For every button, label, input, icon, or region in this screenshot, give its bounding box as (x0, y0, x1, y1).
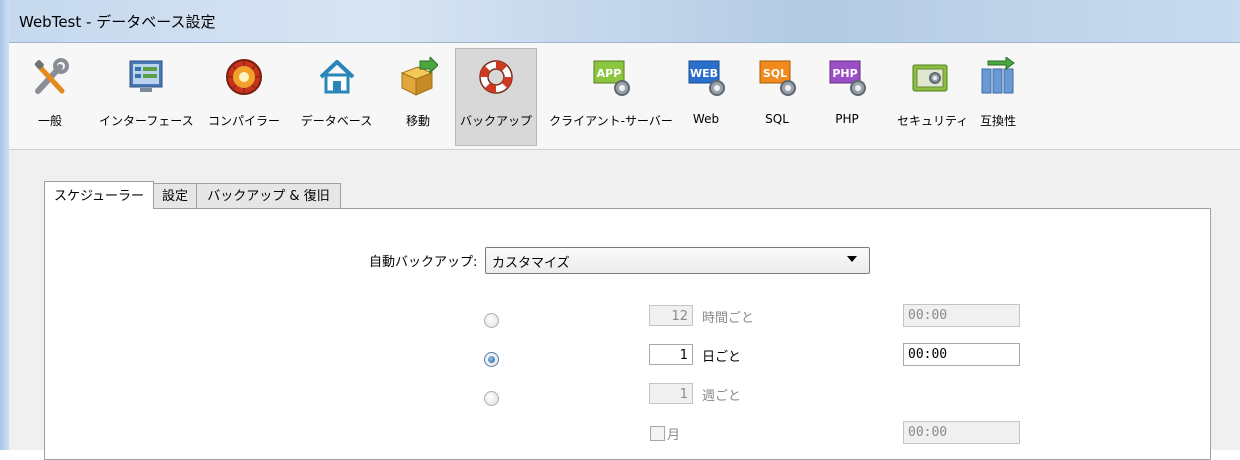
tool-label: クライアント-サーバー (549, 114, 673, 128)
dropdown-arrow-icon (847, 256, 857, 262)
tool-php[interactable]: PHP PHP (827, 49, 867, 145)
tool-label: データベース (300, 114, 373, 128)
tool-interface[interactable]: インターフェース (99, 49, 194, 145)
tool-compatibility[interactable]: 互換性 (974, 49, 1022, 145)
tab-settings[interactable]: 設定 (152, 183, 198, 209)
month-checkbox[interactable] (650, 426, 665, 441)
tool-label: SQL (765, 112, 789, 126)
move-box-icon (400, 57, 438, 96)
scheduler-panel: 自動バックアップ: カスタマイズ 12 時間ごと 00:00 1 日ごと 00:… (44, 208, 1211, 460)
svg-text:APP: APP (597, 67, 622, 80)
web-server-icon: WEB (688, 60, 725, 96)
days-input[interactable]: 1 (649, 344, 693, 365)
tool-label: Web (692, 112, 720, 126)
weeks-input[interactable]: 1 (649, 383, 693, 404)
svg-text:WEB: WEB (690, 67, 718, 80)
hours-unit-label: 時間ごと (702, 311, 755, 326)
interface-icon (129, 60, 163, 92)
security-icon (912, 64, 948, 92)
home-icon (319, 60, 354, 94)
tool-database[interactable]: データベース (294, 49, 379, 145)
compatibility-icon (981, 57, 1015, 94)
tool-label: PHP (835, 112, 859, 126)
tab-backup-restore[interactable]: バックアップ & 復旧 (196, 183, 341, 209)
auto-backup-value: カスタマイズ (492, 256, 570, 271)
tool-backup[interactable]: バックアップ (455, 48, 537, 146)
sql-server-icon: SQL (759, 60, 796, 96)
wrench-icon (34, 58, 69, 94)
php-server-icon: PHP (829, 60, 866, 96)
window-title: WebTest - データベース設定 (19, 13, 216, 31)
tool-move[interactable]: 移動 (394, 49, 442, 145)
tool-compiler[interactable]: コンパイラー (204, 49, 284, 145)
svg-text:PHP: PHP (832, 67, 857, 80)
svg-text:SQL: SQL (763, 67, 787, 80)
tool-label: バックアップ (459, 114, 532, 128)
auto-backup-select[interactable]: カスタマイズ (485, 247, 870, 274)
days-unit-label: 日ごと (702, 350, 742, 365)
app-server-icon: APP (593, 60, 630, 96)
title-bar[interactable]: WebTest - データベース設定 (9, 0, 1240, 43)
compiler-icon (226, 59, 262, 95)
tool-label: コンパイラー (207, 114, 280, 128)
lifebuoy-icon (479, 60, 513, 94)
tool-client-server[interactable]: APP クライアント-サーバー (545, 49, 677, 145)
radio-every-hours[interactable] (484, 313, 499, 328)
tab-scheduler[interactable]: スケジューラー (44, 181, 154, 209)
preferences-window: WebTest - データベース設定 一般 インターフェース コンパイラー デー… (0, 0, 1240, 460)
days-time-field[interactable]: 00:00 (903, 343, 1020, 366)
tool-web[interactable]: WEB Web (686, 49, 726, 145)
tool-label: セキュリティ (897, 114, 969, 128)
tool-label: 互換性 (979, 114, 1016, 128)
tool-security[interactable]: セキュリティ (897, 49, 969, 145)
weeks-unit-label: 週ごと (702, 389, 742, 404)
settings-content: スケジューラー 設定 バックアップ & 復旧 自動バックアップ: カスタマイズ … (9, 150, 1240, 460)
auto-backup-label: 自動バックアップ: (369, 255, 478, 270)
tool-sql[interactable]: SQL SQL (757, 49, 797, 145)
tool-general[interactable]: 一般 (29, 49, 71, 145)
month-label: 月 (667, 428, 681, 443)
radio-every-days[interactable] (484, 352, 499, 367)
hours-input[interactable]: 12 (649, 305, 693, 326)
month-time-field[interactable]: 00:00 (903, 421, 1020, 444)
category-toolbar: 一般 インターフェース コンパイラー データベース 移動 バックアップ APP … (9, 43, 1240, 150)
radio-every-weeks[interactable] (484, 391, 499, 406)
hours-time-field[interactable]: 00:00 (903, 304, 1020, 327)
tool-label: 移動 (405, 114, 430, 128)
tool-label: インターフェース (99, 114, 194, 128)
tool-label: 一般 (37, 114, 62, 128)
